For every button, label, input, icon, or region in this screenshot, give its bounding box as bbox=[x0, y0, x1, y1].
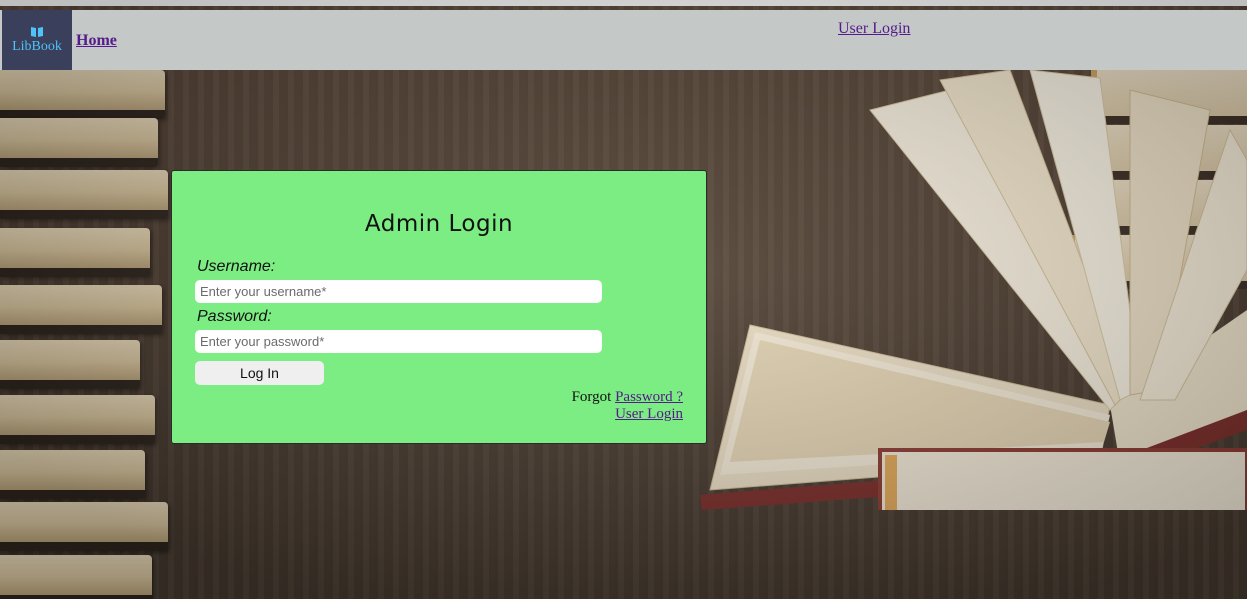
open-book-illustration bbox=[700, 70, 1247, 510]
brand-logo[interactable]: LibBook bbox=[2, 10, 72, 70]
admin-login-card: Admin Login Username: Password: Log In F… bbox=[171, 170, 707, 444]
left-book-stack bbox=[0, 70, 175, 599]
password-label: Password: bbox=[197, 308, 272, 325]
forgot-password-link[interactable]: Password ? bbox=[615, 389, 683, 405]
home-link[interactable]: Home bbox=[76, 32, 117, 50]
card-links: Forgot Password ? User Login bbox=[572, 389, 683, 423]
username-label: Username: bbox=[197, 258, 276, 275]
navbar: LibBook Home User Login bbox=[0, 10, 1247, 70]
top-strip bbox=[0, 0, 1247, 6]
forgot-prefix: Forgot bbox=[571, 389, 612, 405]
book-icon bbox=[31, 27, 43, 37]
log-in-button[interactable]: Log In bbox=[195, 361, 324, 385]
username-input[interactable] bbox=[195, 280, 602, 303]
password-input[interactable] bbox=[195, 330, 602, 353]
card-user-login-link[interactable]: User Login bbox=[615, 406, 683, 422]
nav-user-login-link[interactable]: User Login bbox=[838, 20, 910, 38]
login-title: Admin Login bbox=[364, 211, 514, 237]
logo-text: LibBook bbox=[12, 39, 62, 54]
right-book-stack bbox=[1060, 70, 1247, 470]
